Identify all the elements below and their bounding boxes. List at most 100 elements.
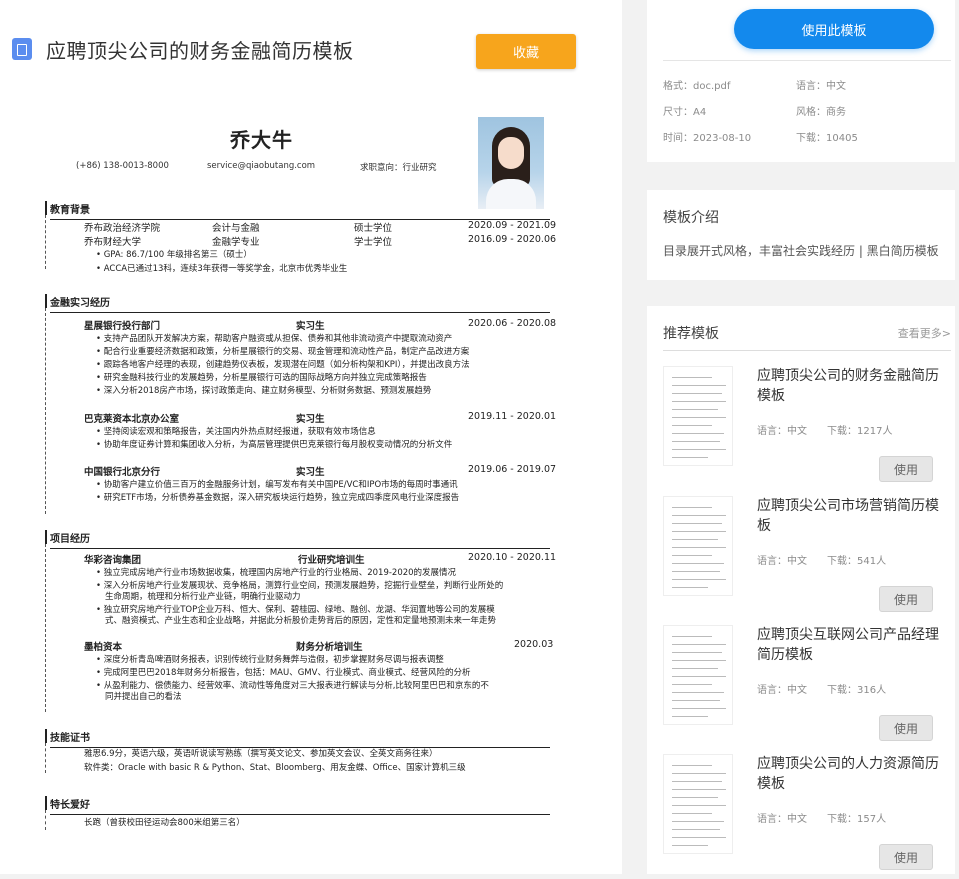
meta-time: 时间：2023-08-10 [663,133,752,144]
recommend-item[interactable]: 应聘顶尖公司的财务金融简历模板 语言：中文 下载：1217人 使用 [663,366,953,491]
recommend-card: 推荐模板 查看更多> 应聘顶尖公司的财务金融简历模板 语言：中文 下载：1217… [647,306,955,874]
edu-date: 2020.09 - 2021.09 [468,220,557,231]
bullet-item: • ACCA已通过13科，连续3年获得一等奖学金，北京市优秀毕业生 [96,264,348,274]
view-more-link[interactable]: 查看更多> [898,325,951,341]
bullet-item: • 跟踪各地客户经理的表现，创建趋势仪表板，发现潜在问题（如分析构架和KPI），… [96,360,470,370]
recommend-item[interactable]: 应聘顶尖公司市场营销简历模板 语言：中文 下载：541人 使用 [663,496,953,621]
document-icon [12,38,32,60]
job-company: 巴克莱资本北京办公室 [84,414,180,425]
section-internship: 金融实习经历 星展银行投行部门 实习生 2020.06 - 2020.08 • … [45,294,556,514]
resume-name: 乔大牛 [230,128,293,152]
section-projects: 项目经历 华彩咨询集团 行业研究培训生 2020.10 - 2020.11 • … [45,530,556,712]
intro-text: 目录展开式风格，丰富社会实践经历 | 黑白简历模板 [663,244,939,258]
section-title: 项目经历 [50,530,550,549]
recommend-item[interactable]: 应聘顶尖互联网公司产品经理简历模板 语言：中文 下载：316人 使用 [663,625,953,750]
recommend-item[interactable]: 应聘顶尖公司的人力资源简历模板 语言：中文 下载：157人 使用 [663,754,953,879]
project-company: 墨柏资本 [84,642,123,653]
section-title: 教育背景 [50,201,550,220]
bullet-item: • 支持产品团队开发解决方案，帮助客户融资或从担保、债券和其他非流动资产中提取流… [96,334,453,344]
recommend-item-downloads: 下载：316人 [827,685,887,696]
resume-intent: 求职意向：行业研究 [360,163,437,173]
section-title: 特长爱好 [50,796,550,815]
edu-school: 乔布政治经济学院 [84,223,161,234]
meta-downloads: 下载：10405 [796,133,858,144]
recommend-item-title[interactable]: 应聘顶尖公司的财务金融简历模板 [757,366,947,406]
resume-photo [478,117,544,209]
edu-major: 会计与金融 [212,223,260,234]
bullet-item: • GPA: 86.7/100 年级排名第三（硕士） [96,250,252,260]
job-role: 实习生 [296,414,325,425]
use-template-button[interactable]: 使用此模板 [734,9,934,49]
project-role: 行业研究培训生 [298,555,365,566]
recommend-item-title[interactable]: 应聘顶尖公司的人力资源简历模板 [757,754,947,794]
bullet-item: • 完成阿里巴巴2018年财务分析报告，包括：MAU、GMV、行业模式、商业模式… [96,668,471,678]
template-preview-panel: 应聘顶尖公司的财务金融简历模板 收藏 乔大牛 (+86) 138-0013-80… [0,0,622,874]
edu-major: 金融学专业 [212,237,260,248]
section-hobbies: 特长爱好 长跑（曾获校田径运动会800米组第三名） [45,796,550,830]
job-date: 2019.11 - 2020.01 [468,411,557,422]
resume-email: service@qiaobutang.com [207,161,316,171]
favorite-button[interactable]: 收藏 [476,34,576,69]
recommend-item-downloads: 下载：157人 [827,814,887,825]
bullet-continuation: 生命周期，梳理和分析行业产业链，明确行业驱动力 [105,592,301,602]
template-thumbnail[interactable] [663,496,733,596]
template-thumbnail[interactable] [663,366,733,466]
recommend-use-button[interactable]: 使用 [879,844,933,870]
hobby-line: 长跑（曾获校田径运动会800米组第三名） [84,818,245,828]
bullet-continuation: 同并提出自己的看法 [105,692,182,702]
edu-degree: 硕士学位 [354,223,393,234]
project-date: 2020.10 - 2020.11 [468,552,557,563]
template-info-card: 使用此模板 格式：doc.pdf 语言：中文 尺寸：A4 风格：商务 时间：20… [647,0,955,162]
section-skills: 技能证书 雅思6.9分，英语六级，英语听说读写熟练（撰写英文论文、参加英文会议、… [45,729,550,773]
bullet-item: • 协助年度证券计算和集团收入分析，为高层管理提供巴克莱银行每月股权变动情况的分… [96,440,453,450]
sidebar: 使用此模板 格式：doc.pdf 语言：中文 尺寸：A4 风格：商务 时间：20… [622,0,959,874]
recommend-item-language: 语言：中文 [757,814,807,825]
page-header: 应聘顶尖公司的财务金融简历模板 [12,34,354,64]
meta-style: 风格：商务 [796,107,846,118]
page-title: 应聘顶尖公司的财务金融简历模板 [46,38,354,63]
recommend-item-language: 语言：中文 [757,426,807,437]
skill-line: 雅思6.9分，英语六级，英语听说读写熟练（撰写英文论文、参加英文会议、全英文商务… [84,749,438,759]
recommend-item-title[interactable]: 应聘顶尖互联网公司产品经理简历模板 [757,625,947,665]
job-company: 星展银行投行部门 [84,321,161,332]
bullet-item: • 独立完成房地产行业市场数据收集，梳理国内房地产行业的行业格局、2019-20… [96,568,457,578]
bullet-item: • 配合行业重要经济数据和政策，分析星展银行的交易、现金管理和流动性产品，制定产… [96,347,470,357]
meta-format: 格式：doc.pdf [663,81,731,92]
intro-title: 模板介绍 [663,210,719,226]
recommend-item-title[interactable]: 应聘顶尖公司市场营销简历模板 [757,496,947,536]
job-date: 2019.06 - 2019.07 [468,464,557,475]
section-title: 技能证书 [50,729,550,748]
recommend-use-button[interactable]: 使用 [879,586,933,612]
meta-language: 语言：中文 [796,81,846,92]
meta-size: 尺寸：A4 [663,107,707,118]
bullet-item: • 研究金融科技行业的发展趋势，分析星展银行可选的国际战略方向并独立完成策略报告 [96,373,427,383]
job-role: 实习生 [296,467,325,478]
job-date: 2020.06 - 2020.08 [468,318,557,329]
template-thumbnail[interactable] [663,754,733,854]
recommend-item-language: 语言：中文 [757,556,807,567]
bullet-continuation: 式、融资模式、产业生态和企业战略，并据此分析股价走势背后的原因，定性和定量地预测… [105,616,497,626]
recommend-item-language: 语言：中文 [757,685,807,696]
resume-phone: (+86) 138-0013-8000 [76,161,169,171]
bullet-item: • 研究ETF市场，分析债券基金数据，深入研究板块运行趋势，独立完成四季度风电行… [96,493,460,503]
bullet-item: • 协助客户建立价值三百万的金融服务计划，编写发布有关中国PE/VC和IPO市场… [96,480,458,490]
edu-degree: 学士学位 [354,237,393,248]
edu-date: 2016.09 - 2020.06 [468,234,557,245]
section-title: 金融实习经历 [50,294,550,313]
project-date: 2020.03 [514,639,554,650]
job-role: 实习生 [296,321,325,332]
project-role: 财务分析培训生 [296,642,363,653]
recommend-use-button[interactable]: 使用 [879,715,933,741]
recommend-title: 推荐模板 [663,326,719,342]
recommend-item-downloads: 下载：541人 [827,556,887,567]
bullet-item: • 深入分析2018房产市场，探讨政策走向、建立财务模型、分析财务数据、预测发展… [96,386,432,396]
recommend-item-downloads: 下载：1217人 [827,426,893,437]
template-intro-card: 模板介绍 目录展开式风格，丰富社会实践经历 | 黑白简历模板 [647,190,955,280]
recommend-use-button[interactable]: 使用 [879,456,933,482]
skill-line: 软件类：Oracle with basic R & Python、Stat、Bl… [84,763,466,773]
bullet-item: • 深度分析青岛啤酒财务报表，识别传统行业财务舞弊与造假，初步掌握财务尽调与报表… [96,655,444,665]
template-thumbnail[interactable] [663,625,733,725]
project-company: 华彩咨询集团 [84,555,142,566]
bullet-item: • 坚持阅读宏观和策略报告，关注国内外热点财经报道，获取有效市场信息 [96,427,376,437]
job-company: 中国银行北京分行 [84,467,161,478]
